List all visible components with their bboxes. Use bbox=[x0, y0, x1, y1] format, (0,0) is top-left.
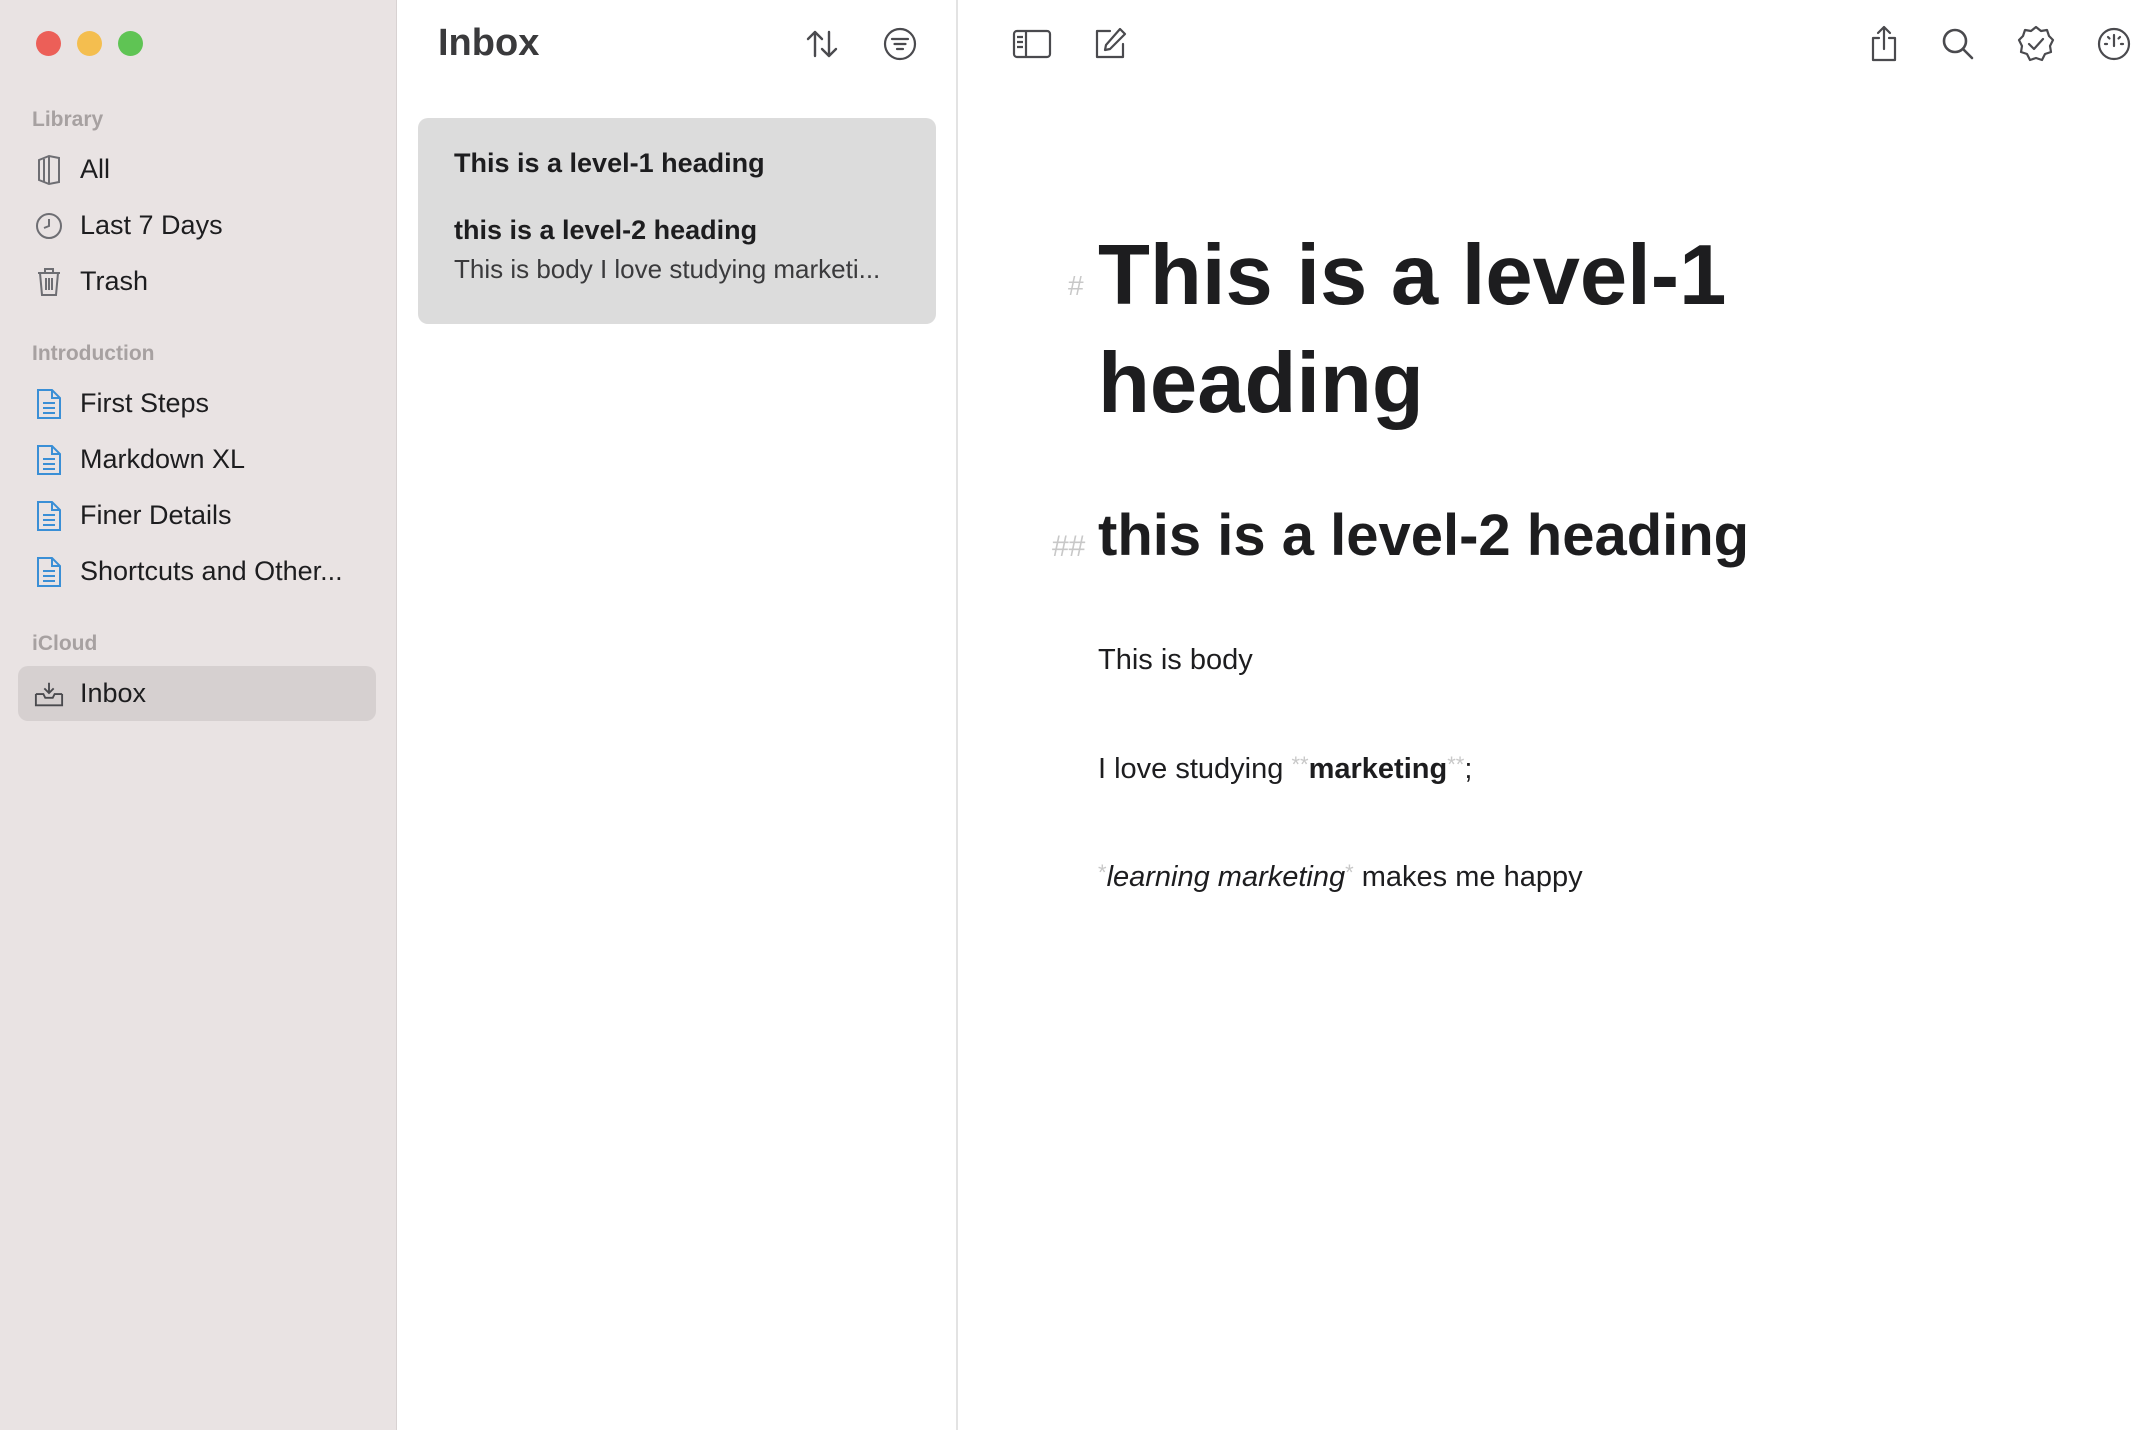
page-title: Inbox bbox=[438, 22, 540, 64]
sidebar-item-markdown-xl[interactable]: Markdown XL bbox=[18, 432, 376, 487]
inbox-tray-icon bbox=[34, 678, 64, 710]
book-icon bbox=[34, 154, 64, 186]
sidebar-item-inbox[interactable]: Inbox bbox=[18, 666, 376, 721]
note-list-pane: Inbox This is a level-1 heading this is … bbox=[398, 0, 958, 1430]
sidebar-item-label: Markdown XL bbox=[80, 444, 246, 474]
italic-open-marker: * bbox=[1098, 860, 1107, 885]
trash-icon bbox=[34, 266, 64, 298]
heading-level-1[interactable]: # This is a level-1 heading bbox=[1068, 222, 1998, 438]
compose-icon bbox=[1092, 26, 1128, 67]
section-header-introduction: Introduction bbox=[32, 342, 155, 365]
body-paragraph[interactable]: This is body bbox=[1098, 644, 1253, 677]
sidebar-toggle-icon bbox=[1012, 29, 1052, 64]
sidebar-item-shortcuts[interactable]: Shortcuts and Other... bbox=[18, 544, 376, 599]
heading-2-text: this is a level-2 heading bbox=[1098, 503, 1750, 568]
note-list-item[interactable]: This is a level-1 heading this is a leve… bbox=[418, 118, 936, 324]
bold-text: marketing bbox=[1308, 753, 1448, 785]
sidebar-item-label: Last 7 Days bbox=[80, 210, 223, 240]
line-text-prefix: I love studying bbox=[1098, 753, 1292, 785]
sidebar-item-label: Finer Details bbox=[80, 500, 232, 530]
paragraph-bold-line[interactable]: I love studying **marketing**; bbox=[1098, 752, 1472, 786]
window-controls bbox=[36, 31, 143, 56]
section-header-icloud: iCloud bbox=[32, 632, 98, 655]
heading-level-2[interactable]: ## this is a level-2 heading bbox=[1052, 500, 2098, 572]
note-title: This is a level-1 heading bbox=[454, 148, 765, 178]
toggle-sidebar-button[interactable] bbox=[1008, 22, 1056, 70]
document-icon bbox=[34, 388, 64, 420]
italic-close-marker: * bbox=[1345, 860, 1354, 885]
filter-icon bbox=[882, 26, 918, 67]
document-icon bbox=[34, 444, 64, 476]
verify-button[interactable] bbox=[2012, 22, 2060, 70]
info-button[interactable] bbox=[2090, 22, 2138, 70]
note-subtitle: this is a level-2 heading bbox=[454, 215, 758, 245]
sidebar-item-label: Trash bbox=[80, 266, 149, 296]
sidebar-item-label: Inbox bbox=[80, 678, 147, 708]
zoom-window-button[interactable] bbox=[118, 31, 143, 56]
checkmark-seal-icon bbox=[2017, 25, 2055, 68]
paragraph-italic-line[interactable]: *learning marketing* makes me happy bbox=[1098, 860, 1583, 894]
italic-text: learning marketing bbox=[1106, 861, 1346, 893]
sort-arrows-icon bbox=[805, 28, 839, 65]
bold-close-marker: ** bbox=[1447, 752, 1465, 777]
sort-button[interactable] bbox=[800, 24, 844, 68]
sidebar: Library All Last 7 Days Trash Introducti… bbox=[0, 0, 397, 1430]
minimize-window-button[interactable] bbox=[77, 31, 102, 56]
sidebar-item-last-7-days[interactable]: Last 7 Days bbox=[18, 198, 376, 253]
search-icon bbox=[1941, 27, 1975, 66]
h2-markdown-marker: ## bbox=[1052, 530, 1086, 563]
new-note-button[interactable] bbox=[1086, 22, 1134, 70]
bold-open-marker: ** bbox=[1291, 752, 1309, 777]
document-icon bbox=[34, 556, 64, 588]
sidebar-item-label: Shortcuts and Other... bbox=[80, 556, 343, 586]
line-text-suffix: makes me happy bbox=[1353, 861, 1583, 893]
document-icon bbox=[34, 500, 64, 532]
sidebar-item-first-steps[interactable]: First Steps bbox=[18, 376, 376, 431]
note-preview: This is body I love studying marketi... bbox=[454, 254, 881, 284]
filter-button[interactable] bbox=[878, 24, 922, 68]
sidebar-item-trash[interactable]: Trash bbox=[18, 254, 376, 309]
sidebar-item-all[interactable]: All bbox=[18, 142, 376, 197]
line-text-suffix: ; bbox=[1464, 753, 1473, 785]
share-icon bbox=[1868, 25, 1900, 68]
gauge-icon bbox=[2096, 26, 2132, 67]
section-header-library: Library bbox=[32, 108, 104, 131]
search-button[interactable] bbox=[1934, 22, 1982, 70]
heading-1-text: This is a level-1 heading bbox=[1098, 228, 1727, 431]
h1-markdown-marker: # bbox=[1068, 270, 1084, 301]
sidebar-item-label: First Steps bbox=[80, 388, 210, 418]
clock-icon bbox=[34, 210, 64, 242]
close-window-button[interactable] bbox=[36, 31, 61, 56]
share-button[interactable] bbox=[1860, 22, 1908, 70]
sidebar-item-label: All bbox=[80, 154, 111, 184]
sidebar-item-finer-details[interactable]: Finer Details bbox=[18, 488, 376, 543]
editor-pane[interactable]: # This is a level-1 heading ## this is a… bbox=[958, 0, 2150, 1430]
